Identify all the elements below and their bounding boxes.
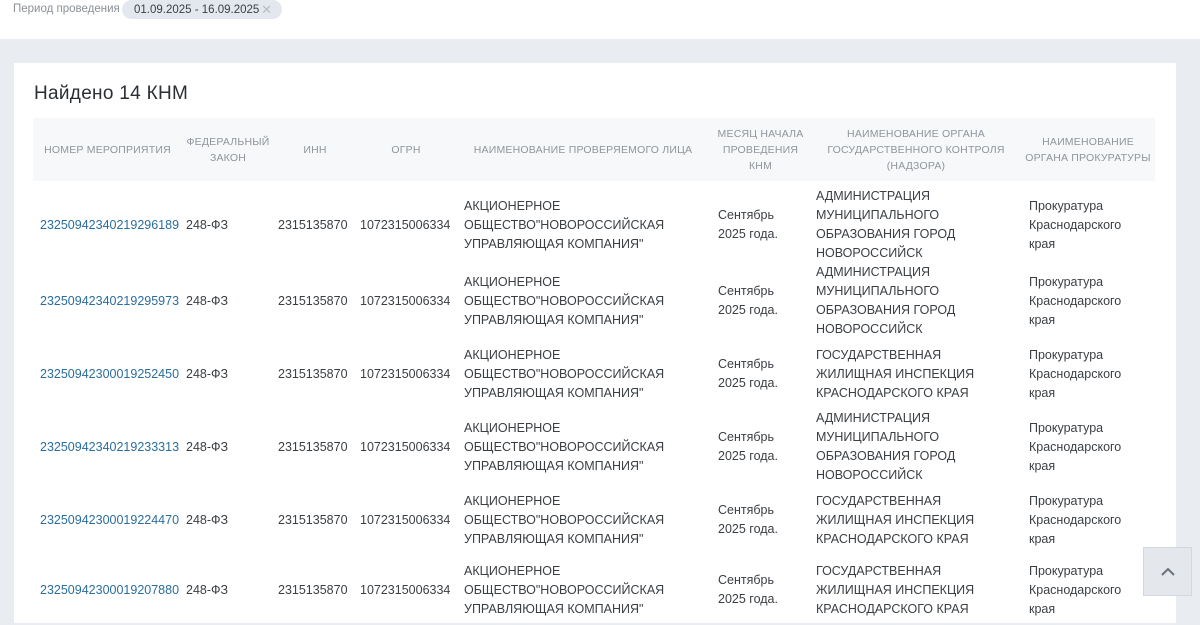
- cell-control-organ: АДМИНИСТРАЦИЯ МУНИЦИПАЛЬНОГО ОБРАЗОВАНИЯ…: [816, 189, 956, 260]
- cell-month: Сентябрь 2025 года.: [718, 208, 778, 241]
- cell-number: 23250942340219295973: [33, 263, 182, 339]
- column-header-month: МЕСЯЦ НАЧАЛА ПРОВЕДЕНИЯ КНМ: [717, 127, 804, 172]
- filter-bar: Период проведения 01.09.2025 - 16.09.202…: [0, 0, 1200, 39]
- cell-number: 23250942300019224470: [33, 485, 182, 555]
- cell-control-organ: ГОСУДАРСТВЕННАЯ ЖИЛИЩНАЯ ИНСПЕКЦИЯ КРАСН…: [816, 563, 975, 616]
- inspection-number-link[interactable]: 23250942340219295973: [40, 294, 179, 308]
- cell-prosecutor: Прокуратура Краснодарского края: [1029, 493, 1122, 546]
- cell-ogrn: 1072315006334: [360, 439, 451, 454]
- cell-month: Сентябрь 2025 года.: [718, 430, 778, 463]
- cell-ogrn: 1072315006334: [360, 366, 451, 381]
- cell-law: 248-ФЗ: [186, 582, 229, 597]
- table-body: 23250942340219296189 248-ФЗ 2315135870 1072…: [33, 181, 1155, 625]
- cell-prosecutor: Прокуратура Краснодарского края: [1029, 274, 1122, 327]
- inspection-number-link[interactable]: 23250942340219233313: [40, 440, 179, 454]
- cell-law: 248-ФЗ: [186, 512, 229, 527]
- cell-control-organ: АДМИНИСТРАЦИЯ МУНИЦИПАЛЬНОГО ОБРАЗОВАНИЯ…: [816, 265, 956, 336]
- column-header-control-organ: НАИМЕНОВАНИЕ ОРГАНА ГОСУДАРСТВЕННОГО КОН…: [827, 127, 1005, 172]
- table-row: 23250942300019252450 248-ФЗ 2315135870 1072…: [33, 339, 1155, 409]
- table-row: 23250942300019207880 248-ФЗ 2315135870 1072…: [33, 555, 1155, 625]
- cell-inspected-entity: АКЦИОНЕРНОЕ ОБЩЕСТВО"НОВОРОССИЙСКАЯ УПРА…: [464, 493, 665, 546]
- cell-inn: 2315135870: [278, 439, 348, 454]
- cell-inn: 2315135870: [278, 293, 348, 308]
- inspection-number-link[interactable]: 23250942340219296189: [40, 218, 179, 232]
- results-title: Найдено 14 КНМ: [34, 83, 189, 104]
- cell-ogrn: 1072315006334: [360, 217, 451, 232]
- column-header-ogrn: ОГРН: [391, 143, 421, 156]
- chevron-up-icon: [1160, 563, 1175, 581]
- results-table: НОМЕР МЕРОПРИЯТИЯ ФЕДЕРАЛЬНЫЙ ЗАКОН ИНН …: [33, 118, 1155, 625]
- column-header-number: НОМЕР МЕРОПРИЯТИЯ: [44, 143, 171, 156]
- cell-prosecutor: Прокуратура Краснодарского края: [1029, 347, 1122, 400]
- cell-number: 23250942300019207880: [33, 555, 182, 625]
- cell-ogrn: 1072315006334: [360, 512, 451, 527]
- cell-law: 248-ФЗ: [186, 293, 229, 308]
- cell-inn: 2315135870: [278, 366, 348, 381]
- column-header-inn: ИНН: [303, 143, 327, 156]
- cell-inn: 2315135870: [278, 217, 348, 232]
- cell-ogrn: 1072315006334: [360, 582, 451, 597]
- scroll-top-button[interactable]: [1143, 547, 1192, 596]
- cell-control-organ: АДМИНИСТРАЦИЯ МУНИЦИПАЛЬНОГО ОБРАЗОВАНИЯ…: [816, 411, 956, 482]
- cell-prosecutor: Прокуратура Краснодарского края: [1029, 563, 1122, 616]
- cell-law: 248-ФЗ: [186, 439, 229, 454]
- cell-inspected-entity: АКЦИОНЕРНОЕ ОБЩЕСТВО"НОВОРОССИЙСКАЯ УПРА…: [464, 274, 665, 327]
- cell-inn: 2315135870: [278, 512, 348, 527]
- cell-inspected-entity: АКЦИОНЕРНОЕ ОБЩЕСТВО"НОВОРОССИЙСКАЯ УПРА…: [464, 563, 665, 616]
- table-row: 23250942300019224470 248-ФЗ 2315135870 1072…: [33, 485, 1155, 555]
- cell-inn: 2315135870: [278, 582, 348, 597]
- date-range-value: 01.09.2025 - 16.09.2025: [134, 3, 260, 16]
- filter-label: Период проведения: [13, 3, 120, 15]
- cell-prosecutor: Прокуратура Краснодарского края: [1029, 198, 1122, 251]
- table-row: 23250942340219233313 248-ФЗ 2315135870 1072…: [33, 409, 1155, 485]
- cell-month: Сентябрь 2025 года.: [718, 573, 778, 606]
- cell-prosecutor: Прокуратура Краснодарского края: [1029, 420, 1122, 473]
- column-header-name: НАИМЕНОВАНИЕ ПРОВЕРЯЕМОГО ЛИЦА: [473, 143, 693, 156]
- inspection-number-link[interactable]: 23250942300019252450: [40, 367, 179, 381]
- close-icon[interactable]: ✕: [261, 2, 272, 18]
- cell-inspected-entity: АКЦИОНЕРНОЕ ОБЩЕСТВО"НОВОРОССИЙСКАЯ УПРА…: [464, 347, 665, 400]
- cell-inspected-entity: АКЦИОНЕРНОЕ ОБЩЕСТВО"НОВОРОССИЙСКАЯ УПРА…: [464, 420, 665, 473]
- cell-month: Сентябрь 2025 года.: [718, 503, 778, 536]
- cell-number: 23250942340219296189: [33, 181, 182, 263]
- cell-control-organ: ГОСУДАРСТВЕННАЯ ЖИЛИЩНАЯ ИНСПЕКЦИЯ КРАСН…: [816, 493, 975, 546]
- cell-law: 248-ФЗ: [186, 217, 229, 232]
- column-header-prosecutor: НАИМЕНОВАНИЕ ОРГАНА ПРОКУРАТУРЫ: [1025, 135, 1151, 164]
- table-header-row: НОМЕР МЕРОПРИЯТИЯ ФЕДЕРАЛЬНЫЙ ЗАКОН ИНН …: [33, 118, 1155, 181]
- cell-ogrn: 1072315006334: [360, 293, 451, 308]
- table-row: 23250942340219295973 248-ФЗ 2315135870 1072…: [33, 263, 1155, 339]
- cell-law: 248-ФЗ: [186, 366, 229, 381]
- inspection-number-link[interactable]: 23250942300019224470: [40, 513, 179, 527]
- cell-number: 23250942340219233313: [33, 409, 182, 485]
- column-header-law: ФЕДЕРАЛЬНЫЙ ЗАКОН: [186, 135, 270, 164]
- table-row: 23250942340219296189 248-ФЗ 2315135870 1072…: [33, 181, 1155, 263]
- cell-control-organ: ГОСУДАРСТВЕННАЯ ЖИЛИЩНАЯ ИНСПЕКЦИЯ КРАСН…: [816, 347, 975, 400]
- date-range-chip[interactable]: 01.09.2025 - 16.09.2025 ✕: [122, 0, 282, 19]
- cell-month: Сентябрь 2025 года.: [718, 357, 778, 390]
- results-card: Найдено 14 КНМ НОМЕР МЕРОПРИЯТИЯ ФЕДЕРАЛ…: [14, 63, 1176, 623]
- cell-month: Сентябрь 2025 года.: [718, 284, 778, 317]
- cell-inspected-entity: АКЦИОНЕРНОЕ ОБЩЕСТВО"НОВОРОССИЙСКАЯ УПРА…: [464, 198, 665, 251]
- cell-number: 23250942300019252450: [33, 339, 182, 409]
- inspection-number-link[interactable]: 23250942300019207880: [40, 583, 179, 597]
